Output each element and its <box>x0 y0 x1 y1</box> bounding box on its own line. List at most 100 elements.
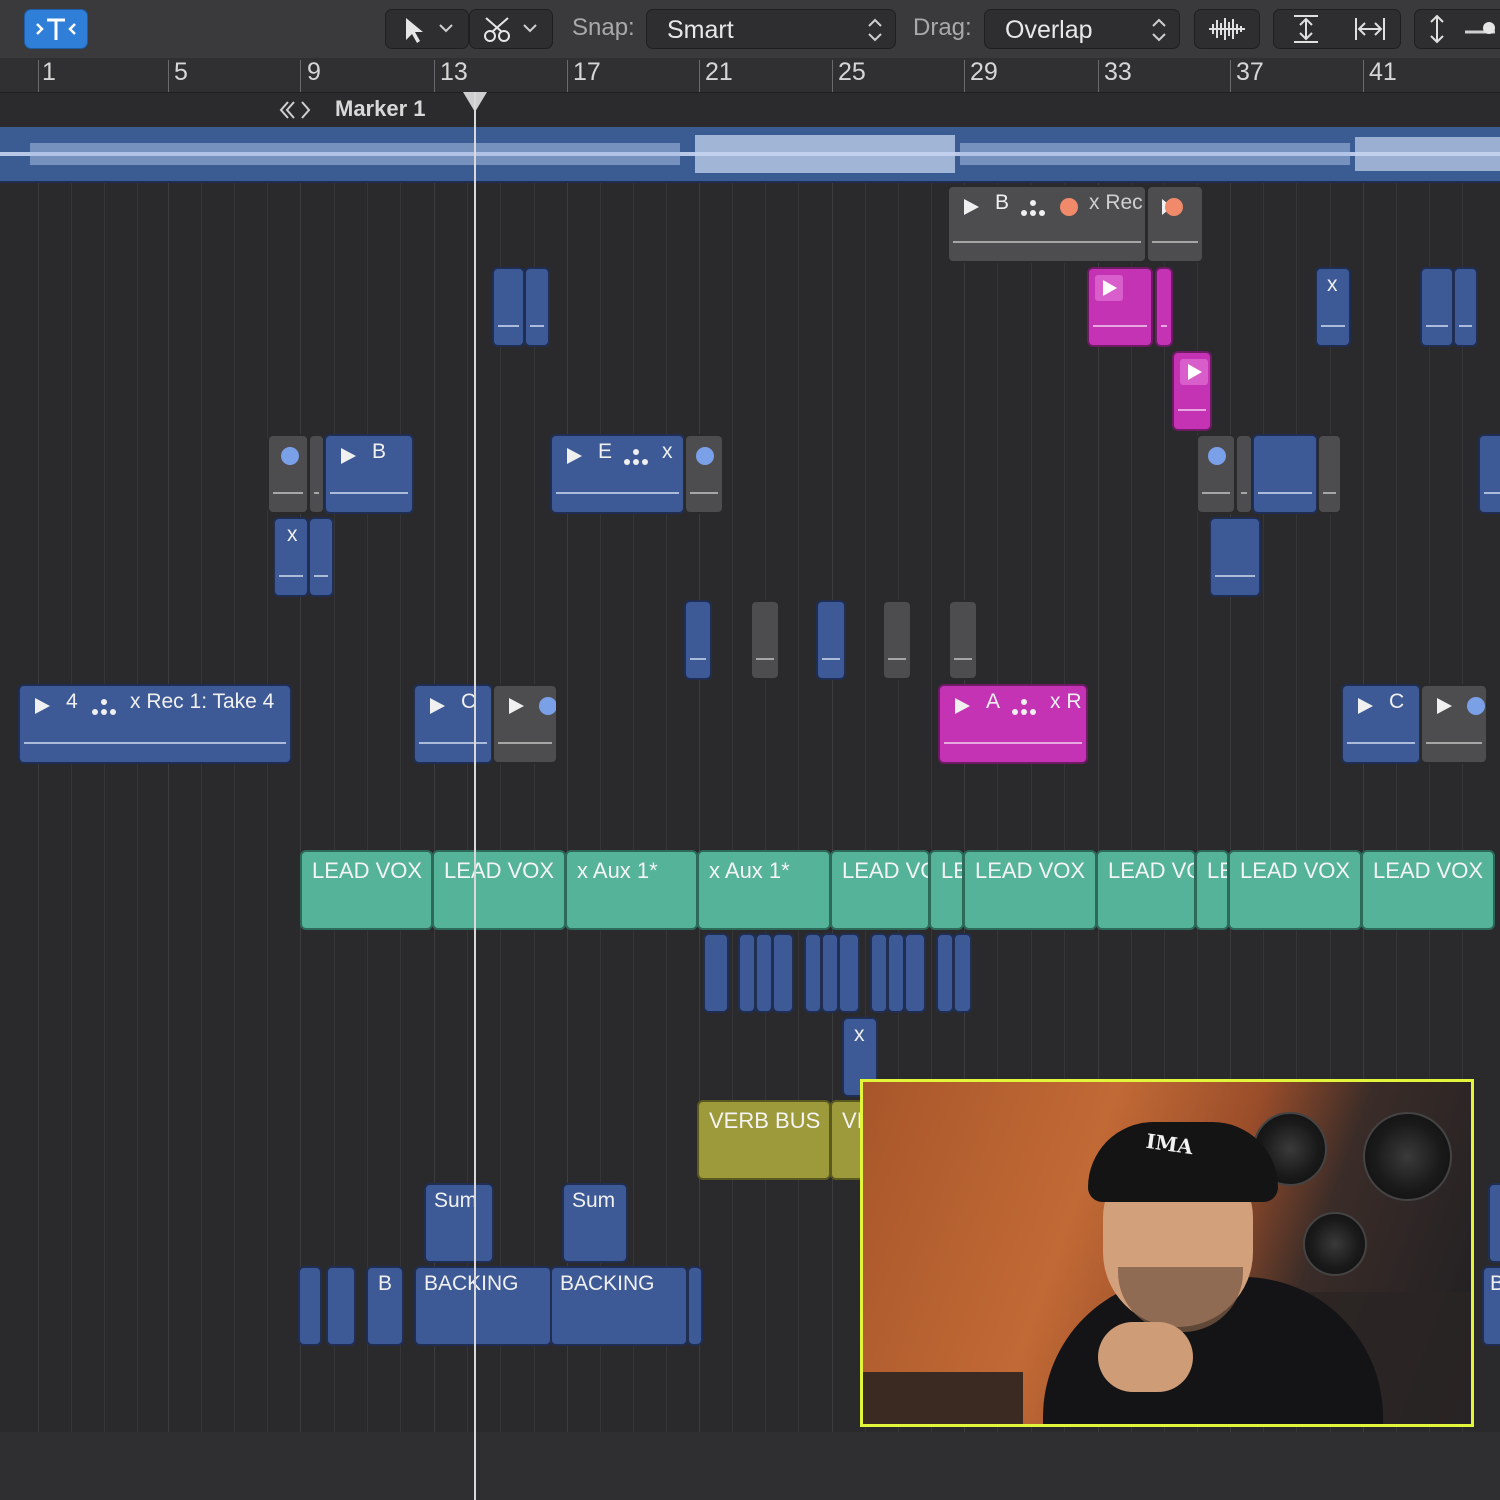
audio-region[interactable] <box>804 933 822 1013</box>
aux-region[interactable]: VERB BUS <box>697 1100 831 1180</box>
play-icon <box>35 698 50 714</box>
audio-region[interactable] <box>750 600 780 680</box>
audio-region[interactable] <box>326 1266 356 1346</box>
region-take-letter: B <box>1490 1272 1500 1296</box>
audio-region[interactable] <box>882 600 912 680</box>
snap-select[interactable]: Smart <box>646 9 896 49</box>
audio-region[interactable] <box>948 600 978 680</box>
audio-region[interactable] <box>838 933 860 1013</box>
region-name: Sum <box>572 1189 616 1212</box>
audio-region[interactable] <box>1196 434 1236 514</box>
bar-number: 5 <box>174 58 188 86</box>
vertical-zoom-icon[interactable] <box>1274 10 1338 48</box>
audio-region[interactable]: B <box>324 434 414 514</box>
audio-region[interactable] <box>1155 267 1173 347</box>
aux-region[interactable]: x Aux 1* <box>565 850 698 930</box>
horizontal-zoom-icon[interactable] <box>1338 10 1402 48</box>
audio-region[interactable] <box>936 933 954 1013</box>
audio-region[interactable] <box>904 933 926 1013</box>
region-take-letter: B <box>378 1272 393 1295</box>
audio-region[interactable] <box>1252 434 1318 514</box>
audio-region[interactable] <box>1172 351 1212 431</box>
audio-region[interactable] <box>703 933 729 1013</box>
audio-region[interactable] <box>267 434 309 514</box>
aux-region[interactable]: LEAD VOX <box>1228 850 1362 930</box>
aux-region[interactable]: LEAD VC <box>830 850 930 930</box>
stepper-arrows-icon <box>1152 18 1166 42</box>
audio-region[interactable]: Sum <box>424 1183 494 1263</box>
audio-region[interactable]: 4 x Rec 1: Take 4 <box>18 684 292 764</box>
audio-region[interactable]: x <box>1315 267 1351 347</box>
audio-region[interactable]: Sum <box>562 1183 628 1263</box>
audio-region[interactable] <box>308 434 325 514</box>
bar-ruler[interactable]: 1 5 9 13 17 21 25 29 33 37 41 Marker 1 <box>0 58 1500 127</box>
audio-region[interactable] <box>492 684 558 764</box>
region-name: LEAD VOX <box>975 858 1086 883</box>
empty-track-area[interactable] <box>0 1432 1500 1500</box>
record-dot-icon <box>1162 198 1183 216</box>
audio-region[interactable] <box>887 933 905 1013</box>
snap-value: Smart <box>667 16 734 44</box>
aux-region[interactable]: LE <box>1195 850 1229 930</box>
aux-region[interactable]: LEAD VOX <box>1361 850 1495 930</box>
audio-region[interactable] <box>1087 267 1153 347</box>
audio-region[interactable] <box>1478 434 1500 514</box>
audio-region[interactable] <box>1420 267 1454 347</box>
audio-region[interactable] <box>1420 684 1488 764</box>
aux-region[interactable]: LEAD VC <box>1096 850 1196 930</box>
play-icon <box>341 448 356 464</box>
stepper-arrows-icon <box>868 18 882 42</box>
marker-label[interactable]: Marker 1 <box>335 96 426 122</box>
audio-region[interactable] <box>755 933 773 1013</box>
marker-lane[interactable] <box>0 92 1500 127</box>
catch-button[interactable] <box>24 9 88 49</box>
pointer-tool-menu[interactable] <box>385 9 469 49</box>
region-take-letter: E <box>598 440 613 463</box>
studio-monitor <box>1363 1112 1452 1201</box>
audio-region[interactable] <box>684 600 712 680</box>
audio-region[interactable] <box>870 933 888 1013</box>
region-name: LEAD VOX <box>444 858 555 883</box>
audio-region[interactable]: x <box>273 517 309 597</box>
audio-region[interactable] <box>953 933 972 1013</box>
audio-region[interactable] <box>1209 517 1261 597</box>
audio-region[interactable]: B <box>366 1266 404 1346</box>
mix-waveform-region[interactable] <box>0 127 1500 183</box>
audio-region[interactable] <box>1235 434 1253 514</box>
aux-region[interactable]: LEAD VOX <box>963 850 1097 930</box>
audio-region[interactable]: A x R <box>938 684 1088 764</box>
audio-region[interactable]: C <box>413 684 493 764</box>
scissors-tool-menu[interactable] <box>469 9 553 49</box>
aux-region[interactable]: LE <box>929 850 964 930</box>
aux-region[interactable]: LEAD VOX <box>300 850 433 930</box>
audio-region[interactable] <box>1453 267 1478 347</box>
audio-region[interactable]: B <box>1482 1266 1500 1346</box>
audio-region[interactable] <box>821 933 839 1013</box>
marker-nav-icon[interactable] <box>276 96 320 124</box>
audio-region[interactable] <box>298 1266 322 1346</box>
audio-region[interactable] <box>1488 1183 1500 1263</box>
region-take-letter: B <box>995 191 1010 214</box>
audio-region[interactable]: C <box>1341 684 1421 764</box>
audio-region[interactable] <box>684 434 724 514</box>
audio-region[interactable] <box>816 600 846 680</box>
waveform-zoom-button[interactable] <box>1194 9 1260 49</box>
audio-region[interactable]: BACKING <box>550 1266 688 1346</box>
audio-region[interactable] <box>1317 434 1342 514</box>
aux-region[interactable]: LEAD VOX <box>432 850 566 930</box>
track-height-button[interactable] <box>1414 9 1500 49</box>
audio-region[interactable]: BACKING <box>414 1266 552 1346</box>
audio-region[interactable] <box>687 1266 703 1346</box>
audio-region[interactable] <box>492 267 525 347</box>
audio-region[interactable] <box>308 517 334 597</box>
drag-label: Drag: <box>913 14 972 41</box>
audio-region[interactable] <box>772 933 794 1013</box>
drag-select[interactable]: Overlap <box>984 9 1180 49</box>
playhead[interactable] <box>474 92 476 1500</box>
aux-region[interactable]: x Aux 1* <box>697 850 831 930</box>
audio-region[interactable] <box>1146 185 1204 263</box>
audio-region[interactable]: E x <box>550 434 685 514</box>
audio-region[interactable] <box>524 267 550 347</box>
audio-region[interactable]: B x Rec <box>947 185 1147 263</box>
audio-region[interactable] <box>738 933 756 1013</box>
